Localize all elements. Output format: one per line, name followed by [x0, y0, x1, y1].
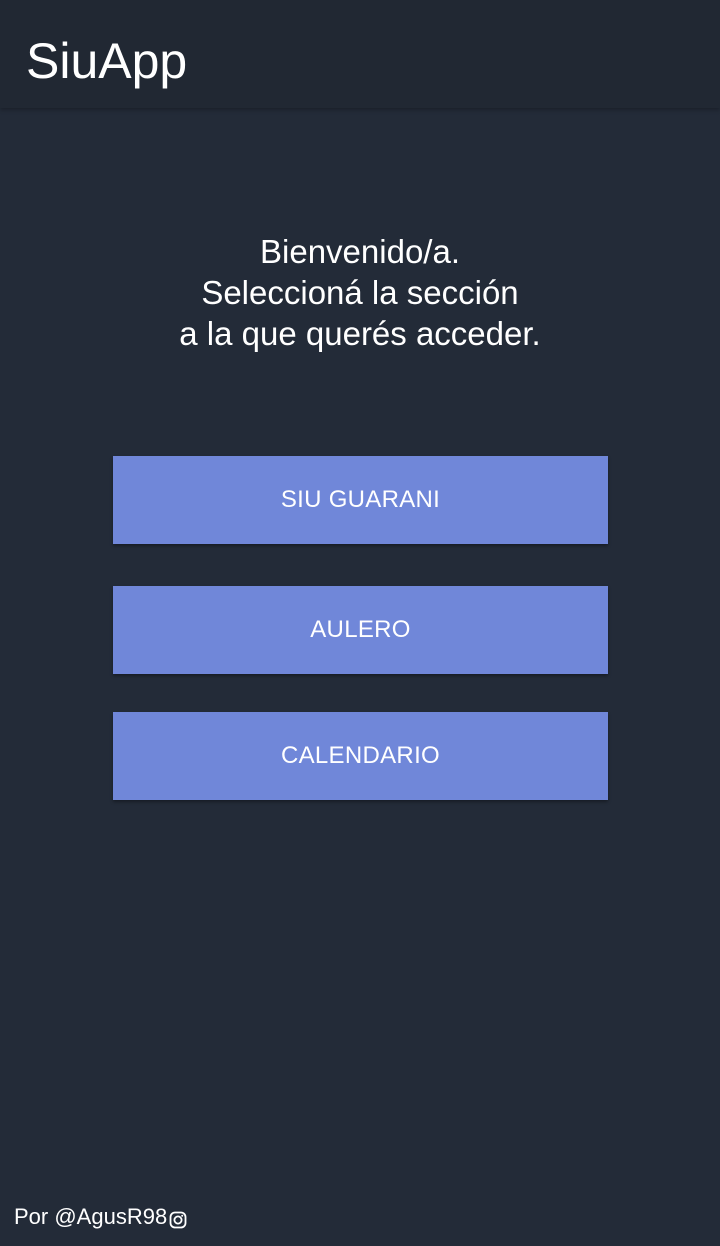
welcome-message: Bienvenido/a. Seleccioná la sección a la… [0, 231, 720, 354]
app-title: SiuApp [26, 33, 188, 89]
calendario-button[interactable]: CALENDARIO [113, 712, 608, 800]
instagram-icon [169, 1208, 187, 1229]
footer-credit-text: Por @AgusR98 [14, 1204, 168, 1229]
aulero-button[interactable]: AULERO [113, 586, 608, 674]
welcome-line-2: Seleccioná la sección [201, 274, 519, 311]
welcome-line-1: Bienvenido/a. [260, 233, 460, 270]
welcome-line-3: a la que querés acceder. [179, 315, 541, 352]
footer-credit: Por @AgusR98 [14, 1203, 187, 1231]
siu-guarani-button[interactable]: SIU GUARANI [113, 456, 608, 544]
app-bar: SiuApp [0, 0, 720, 108]
